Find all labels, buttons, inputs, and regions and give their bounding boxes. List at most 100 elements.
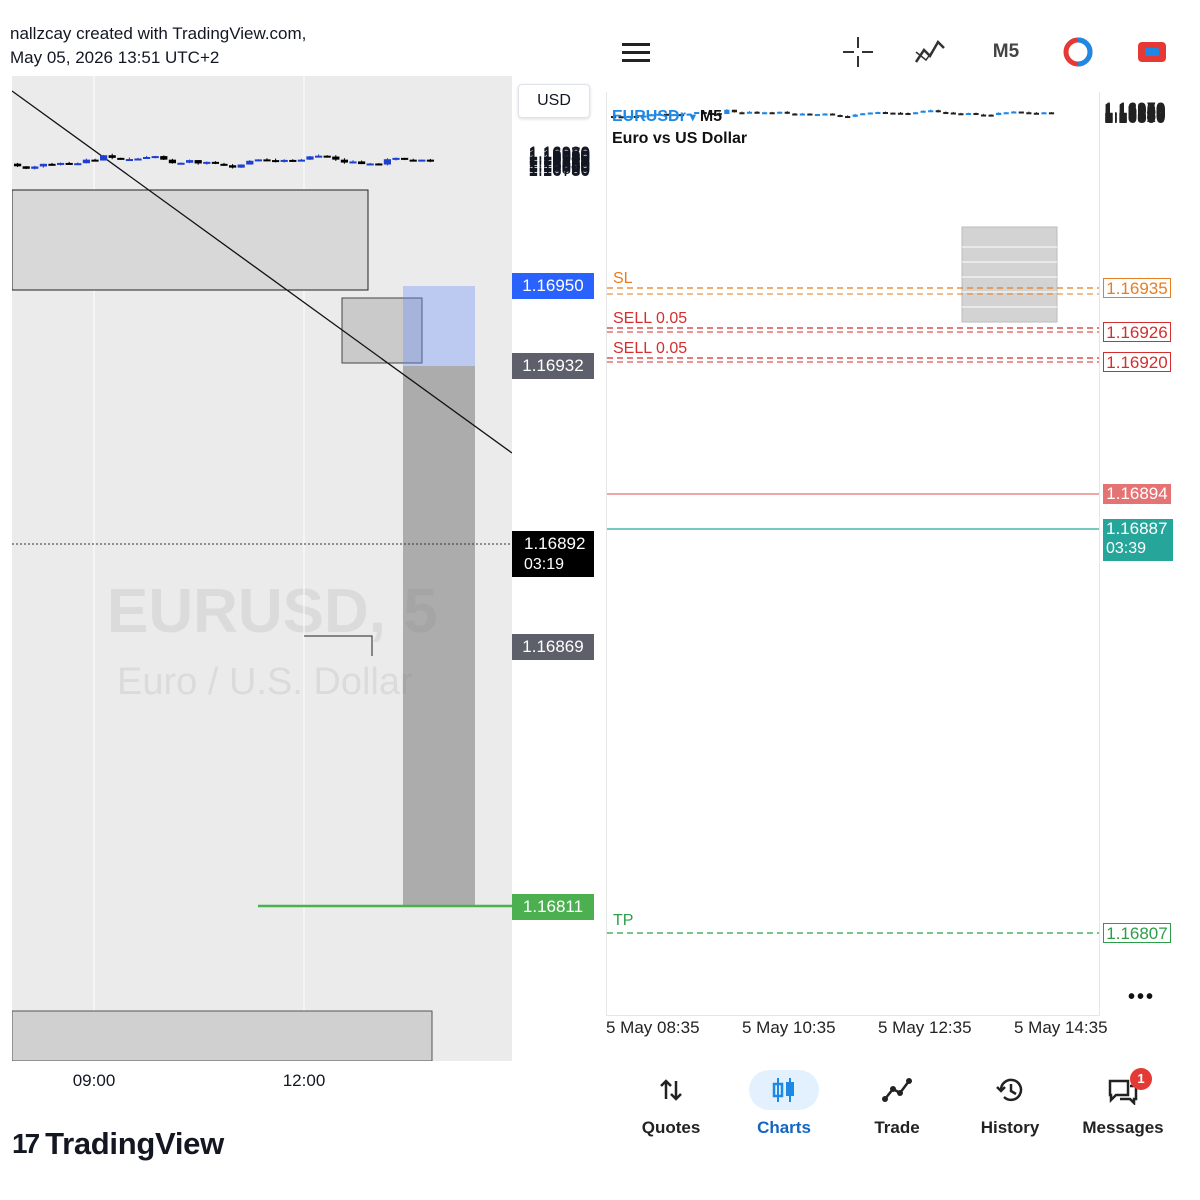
candle-body <box>837 115 843 118</box>
candle-body <box>306 156 314 160</box>
candle-body <box>237 164 245 168</box>
candle-body <box>177 162 185 165</box>
candle-body <box>920 110 926 113</box>
trade-toggle-icon[interactable] <box>1134 34 1170 70</box>
candle-body <box>246 160 254 165</box>
indicators-icon[interactable] <box>912 34 948 70</box>
history-icon <box>975 1070 1045 1110</box>
candle-body <box>799 113 805 116</box>
trade-icon <box>862 1070 932 1110</box>
candle-body <box>1011 111 1017 114</box>
candle-body <box>65 162 73 165</box>
candle-body <box>409 159 417 162</box>
more-options-icon[interactable]: ••• <box>1128 986 1155 1009</box>
candle-body <box>211 161 219 164</box>
candle-body <box>860 113 866 116</box>
candle-body <box>134 158 142 161</box>
symbol-dropdown-icon[interactable]: ▾ <box>690 110 696 124</box>
candle-body <box>340 159 348 163</box>
candle-body <box>392 157 400 160</box>
candle-body <box>807 113 813 116</box>
metatrader-panel: M5 EURUSDr ▾ M5 Euro vs US Dollar SL SELL … <box>600 0 1200 1200</box>
candle-body <box>280 159 288 162</box>
nav-quotes-label: Quotes <box>641 1118 701 1137</box>
sell-price-tag-2: 1.16920 <box>1103 352 1171 372</box>
candle-body <box>973 113 979 116</box>
mt-chart-plot[interactable] <box>606 92 1100 1016</box>
price-tick-label: 1.16800 <box>1104 107 1166 127</box>
tradingview-logo: 17 TradingView <box>12 1126 224 1162</box>
candle-body <box>1018 111 1024 114</box>
candle-body <box>897 112 904 115</box>
symbol-timeframe: M5 <box>699 108 723 125</box>
tv-chart-plot[interactable]: EURUSD, 5 Euro / U.S. Dollar ⚡ <box>12 76 512 1061</box>
candle-body <box>91 159 99 162</box>
candle-body <box>289 159 297 162</box>
candle-body <box>74 163 82 166</box>
candle-body <box>332 156 340 160</box>
candle-body <box>48 163 56 166</box>
timeframe-button[interactable]: M5 <box>986 34 1026 70</box>
currency-button[interactable]: USD <box>518 84 590 118</box>
time-label: 5 May 10:35 <box>742 1018 836 1037</box>
tp-price-tag: 1.16807 <box>1103 923 1171 943</box>
candle-body <box>845 116 851 119</box>
sl-line-label: SL <box>613 270 633 287</box>
tradingview-panel: nallzcay created with TradingView.com, M… <box>0 0 600 1200</box>
candle-body <box>297 159 305 162</box>
current-price-tag: 1.16892 03:19 <box>512 531 594 577</box>
candle-body <box>890 112 896 115</box>
supply-zone <box>12 189 369 291</box>
nav-history-label: History <box>980 1118 1040 1137</box>
hamburger-icon[interactable] <box>618 34 654 70</box>
sell-line-label-1: SELL 0.05 <box>613 310 688 327</box>
time-label: 09:00 <box>72 1071 116 1090</box>
candle-body <box>100 155 108 161</box>
candle-body <box>229 165 237 168</box>
candle-body <box>769 112 775 115</box>
stop-loss-zone <box>403 286 475 366</box>
mt-symbol-header[interactable]: EURUSDr ▾ M5 Euro vs US Dollar <box>612 106 747 149</box>
tv-chart-canvas[interactable] <box>12 76 512 1061</box>
bottom-navigation: Quotes Charts Trade History 1 Messages <box>600 1062 1200 1152</box>
crosshair-icon[interactable] <box>840 34 876 70</box>
candle-body <box>1026 112 1032 115</box>
bid-price-tag: 1.16894 <box>1103 484 1171 504</box>
candle-body <box>1048 112 1055 115</box>
candle-body <box>186 160 194 163</box>
candle-body <box>117 157 125 160</box>
candle-body <box>882 112 888 115</box>
candle-body <box>151 156 159 159</box>
account-icon[interactable] <box>1060 34 1096 70</box>
tv-price-axis[interactable]: USD 1.16980 1.16970 1.16960 1.16940 1.16930 1… <box>512 76 594 1061</box>
candle-body <box>958 113 964 116</box>
candle-body <box>57 162 65 165</box>
time-label: 5 May 14:35 <box>1014 1018 1108 1037</box>
charts-icon <box>749 1070 819 1110</box>
ask-price-value: 1.16887 <box>1106 519 1168 538</box>
candle-body <box>867 112 873 115</box>
candle-body <box>358 161 366 165</box>
attribution-line-2: May 05, 2026 13:51 UTC+2 <box>10 48 220 67</box>
candle-body <box>418 159 426 162</box>
mt-price-axis[interactable]: 1.16970 1.16960 1.16950 1.16940 1.16930 1.169… <box>1100 92 1200 1016</box>
candle-body <box>143 156 151 159</box>
tradingview-logo-text: TradingView <box>45 1126 224 1161</box>
entry-price-tag: 1.16932 <box>512 353 594 379</box>
candle-body <box>366 163 374 166</box>
candle-body <box>315 155 323 158</box>
candle-body <box>762 112 768 115</box>
candle-body <box>988 114 994 117</box>
tp-line-label: TP <box>613 912 634 929</box>
time-label: 5 May 12:35 <box>878 1018 972 1037</box>
candle-body <box>194 160 202 164</box>
candle-body <box>943 112 949 115</box>
candle-body <box>905 113 911 116</box>
candle-body <box>792 113 798 116</box>
supply-zone <box>961 226 1058 323</box>
quotes-icon <box>636 1070 706 1110</box>
sell-price-tag-1: 1.16926 <box>1103 322 1171 342</box>
mt-chart-canvas[interactable] <box>607 92 1100 1016</box>
candle-body <box>108 155 116 158</box>
symbol-name[interactable]: EURUSDr <box>612 108 686 125</box>
